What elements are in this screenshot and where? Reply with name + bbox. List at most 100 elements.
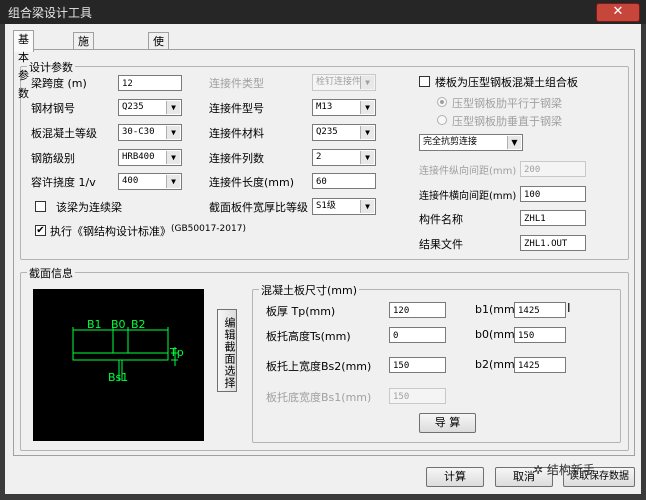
connector-type-label: 连接件类型 [209,77,264,90]
calculate-button[interactable]: 计算 [426,467,484,487]
section-diagram: B1 B0 B2 Tp Bs1 [72,318,184,384]
member-name-label: 构件名称 [419,213,463,226]
section-info-group: 截面信息 B1 B0 B2 Tp Bs1 编辑截面选择 混凝土板尺寸(mm) 板… [20,265,629,451]
connector-length-input[interactable]: 60 [312,173,376,189]
chevron-down-icon: ▼ [166,175,180,188]
ts-input[interactable]: 0 [389,327,446,343]
result-file-input[interactable]: ZHL1.OUT [520,235,586,251]
deflection-select[interactable]: 400 ▼ [118,173,182,190]
b0-label: b0(mm) [475,328,519,341]
continuous-beam-label: 该梁为连续梁 [56,201,122,214]
label-b0: B0 [111,318,126,331]
shear-connection-select[interactable]: 完全抗剪连接 ▼ [419,134,523,151]
design-params-group: 设计参数 梁跨度 (m) 12 钢材钢号 Q235 ▼ 板混凝土等级 30-C30… [20,59,629,260]
rebar-grade-value: HRB400 [122,152,155,162]
bs2-input[interactable]: 150 [389,357,446,373]
connector-model-label: 连接件型号 [209,102,264,115]
standard-checkbox[interactable]: ✔ [35,225,46,236]
connector-rows-select[interactable]: 2 ▼ [312,149,376,166]
title-bar[interactable]: 组合梁设计工具 ✕ [0,0,646,24]
label-bs: Bs1 [108,371,128,384]
ts-label: 板托高度Ts(mm) [266,330,351,343]
section-preview: B1 B0 B2 Tp Bs1 [33,289,204,441]
connector-type-value: 栓钉连接件 [316,77,362,87]
bs2-label: 板托上宽度Bs2(mm) [266,360,372,373]
edit-section-button[interactable]: 编辑截面选择 [217,309,237,392]
chevron-down-icon: ▼ [360,76,374,89]
deflection-value: 400 [122,176,139,186]
concrete-grade-value: 30-C30 [122,127,155,137]
watermark-text: 结构新手 [546,463,595,477]
chevron-down-icon: ▼ [166,126,180,139]
b1-label: b1(mm) [475,303,519,316]
concrete-grade-select[interactable]: 30-C30 ▼ [118,124,182,141]
dialog-client: 基本参数 施工阶段验算 使用阶段验算 设计参数 梁跨度 (m) 12 钢材钢号 … [5,24,641,494]
chevron-down-icon: ▼ [360,101,374,114]
result-file-label: 结果文件 [419,238,463,251]
rib-parallel-radio[interactable] [437,97,447,107]
continuous-beam-checkbox[interactable] [35,201,46,212]
rib-perpendicular-radio[interactable] [437,115,447,125]
chevron-down-icon: ▼ [166,151,180,164]
connector-material-value: Q235 [316,127,338,137]
connector-model-select[interactable]: M13 ▼ [312,99,376,116]
b0-input[interactable]: 150 [514,327,566,343]
wechat-icon: ✲ [533,463,544,477]
standard-code: (GB50017-2017) [171,224,246,234]
design-params-title: 设计参数 [27,59,75,75]
connector-material-select[interactable]: Q235 ▼ [312,124,376,141]
bs1-input[interactable]: 150 [389,388,446,404]
connector-rows-value: 2 [316,152,322,162]
import-button[interactable]: 导 算 [419,413,476,433]
connector-length-label: 连接件长度(mm) [209,176,295,189]
b2-label: b2(mm) [475,358,519,371]
composite-slab-label: 楼板为压型钢板混凝土组合板 [435,76,578,89]
rib-parallel-label: 压型钢板肋平行于钢梁 [452,97,562,110]
tab-panel-basic: 设计参数 梁跨度 (m) 12 钢材钢号 Q235 ▼ 板混凝土等级 30-C30… [13,49,635,456]
connector-type-select[interactable]: 栓钉连接件 ▼ [312,74,376,91]
composite-slab-checkbox[interactable] [419,76,430,87]
width-thickness-label: 截面板件宽厚比等级 [209,201,308,214]
chevron-down-icon: ▼ [360,126,374,139]
rebar-grade-label: 钢筋级别 [31,152,75,165]
shear-connection-value: 完全抗剪连接 [423,137,478,147]
steel-grade-label: 钢材钢号 [31,102,75,115]
span-label: 梁跨度 (m) [31,77,87,90]
chevron-down-icon: ▼ [166,101,180,114]
standard-label: 执行《钢结构设计标准》 [50,225,171,238]
section-info-title: 截面信息 [27,265,75,281]
width-thickness-select[interactable]: S1级 ▼ [312,198,376,215]
trans-spacing-label: 连接件横向间距(mm) [419,191,517,202]
rib-perpendicular-label: 压型钢板肋垂直于钢梁 [452,115,562,128]
steel-grade-select[interactable]: Q235 ▼ [118,99,182,116]
dialog-window: 组合梁设计工具 ✕ 基本参数 施工阶段验算 使用阶段验算 设计参数 梁跨度 (m… [0,0,646,500]
long-spacing-input[interactable]: 200 [520,161,586,177]
checkmark-icon: ✔ [36,225,45,236]
slab-dims-group: 混凝土板尺寸(mm) 板厚 Tp(mm) 120 板托高度Ts(mm) 0 板托… [252,282,621,443]
label-b1: B1 [87,318,102,331]
chevron-down-icon: ▼ [360,200,374,213]
b2-input[interactable]: 1425 [514,357,566,373]
rebar-grade-select[interactable]: HRB400 ▼ [118,149,182,166]
close-button[interactable]: ✕ [596,3,640,22]
span-input[interactable]: 12 [118,75,182,91]
trans-spacing-input[interactable]: 100 [520,186,586,202]
concrete-grade-label: 板混凝土等级 [31,127,97,140]
watermark: ✲ 结构新手 [533,461,595,478]
tp-label: 板厚 Tp(mm) [266,305,336,318]
slab-dims-title: 混凝土板尺寸(mm) [259,282,360,298]
close-icon: ✕ [612,4,624,19]
chevron-down-icon: ▼ [507,136,521,149]
tp-input[interactable]: 120 [389,302,446,318]
bs1-label: 板托底宽度Bs1(mm) [266,391,372,404]
label-tp: Tp [169,346,184,359]
connector-material-label: 连接件材料 [209,127,264,140]
long-spacing-label: 连接件纵向间距(mm) [419,166,517,177]
slab-outline [72,352,169,361]
b1-input[interactable]: 1425 [514,302,566,318]
member-name-input[interactable]: ZHL1 [520,210,586,226]
deflection-label: 容许挠度 1/v [31,176,96,189]
width-thickness-value: S1级 [316,201,336,211]
tab-basic-params[interactable]: 基本参数 [13,30,34,100]
connector-rows-label: 连接件列数 [209,152,264,165]
